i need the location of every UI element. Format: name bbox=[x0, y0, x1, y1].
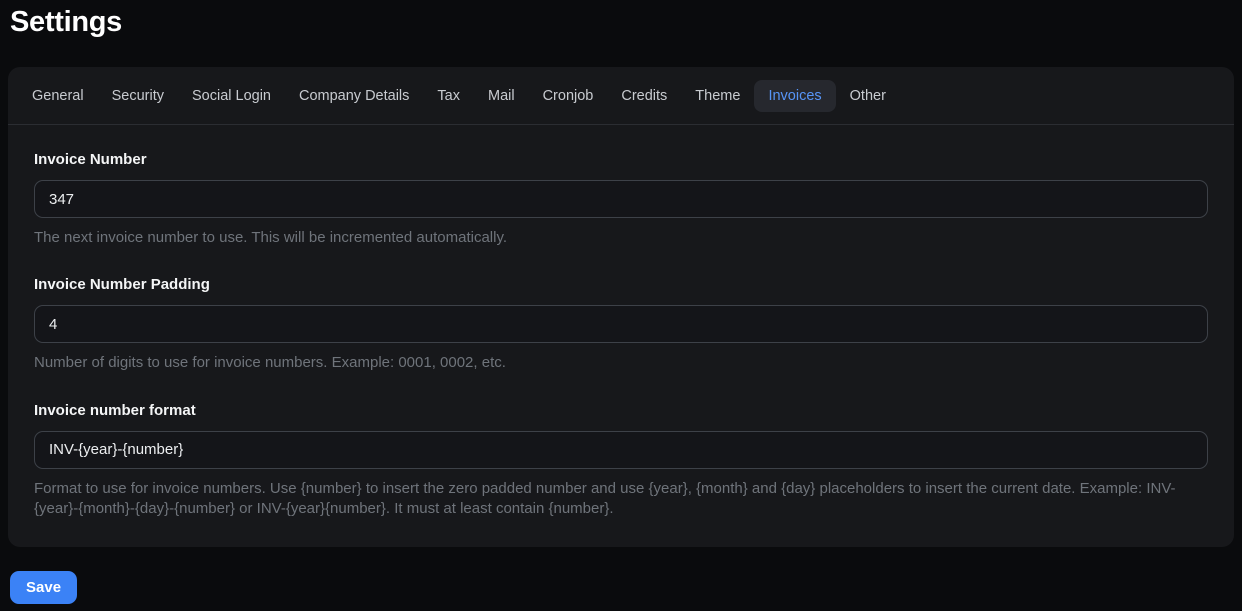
invoice-number-input[interactable] bbox=[34, 180, 1208, 218]
tab-invoices[interactable]: Invoices bbox=[754, 79, 836, 112]
invoice-number-format-help-text: Format to use for invoice numbers. Use {… bbox=[34, 479, 1176, 517]
invoice-number-field-group: Invoice Number The next invoice number t… bbox=[34, 151, 1208, 248]
invoice-number-format-label: Invoice number format bbox=[34, 401, 196, 419]
save-button[interactable]: Save bbox=[10, 571, 78, 604]
invoice-number-help-text: The next invoice number to use. This wil… bbox=[34, 229, 508, 246]
invoice-number-format-input[interactable] bbox=[34, 430, 1208, 469]
invoice-number-padding-input[interactable] bbox=[34, 305, 1208, 344]
tab-tax[interactable]: Tax bbox=[423, 80, 474, 112]
invoice-number-format-field-group: Invoice number format Format to use for … bbox=[34, 402, 1208, 520]
page-title: Settings bbox=[10, 6, 122, 38]
invoice-number-padding-help-text: Number of digits to use for invoice numb… bbox=[34, 354, 506, 372]
settings-tab-bar: General Security Social Login Company De… bbox=[8, 67, 1234, 125]
settings-card: General Security Social Login Company De… bbox=[8, 67, 1234, 547]
tab-social-login[interactable]: Social Login bbox=[178, 80, 285, 112]
invoice-number-label: Invoice Number bbox=[34, 151, 147, 168]
invoice-number-padding-field-group: Invoice Number Padding Number of digits … bbox=[34, 276, 1208, 373]
tab-security[interactable]: Security bbox=[98, 80, 178, 112]
tab-credits[interactable]: Credits bbox=[607, 80, 681, 112]
tab-company-details[interactable]: Company Details bbox=[285, 80, 423, 112]
tab-cronjob[interactable]: Cronjob bbox=[529, 80, 608, 112]
invoices-settings-form: Invoice Number The next invoice number t… bbox=[8, 125, 1234, 547]
tab-general[interactable]: General bbox=[18, 80, 98, 112]
tab-theme[interactable]: Theme bbox=[681, 80, 754, 112]
tab-other[interactable]: Other bbox=[836, 80, 900, 112]
tab-mail[interactable]: Mail bbox=[474, 80, 529, 112]
invoice-number-padding-label: Invoice Number Padding bbox=[34, 276, 210, 294]
